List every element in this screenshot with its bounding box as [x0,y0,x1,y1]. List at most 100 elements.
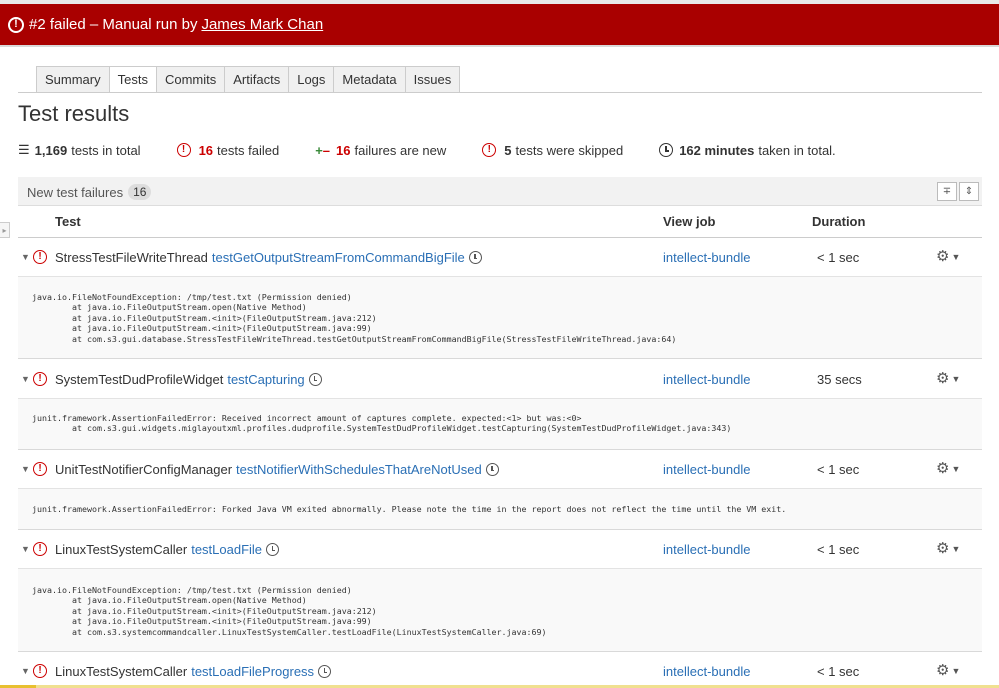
stack-trace: junit.framework.AssertionFailedError: Re… [32,413,732,434]
duration-value: < 1 sec [817,462,860,477]
stat-new: +– 16 failures are new [315,143,446,158]
tab-divider [18,92,982,93]
expand-all-icon[interactable]: ⇕ [959,182,979,201]
tab-artifacts[interactable]: Artifacts [225,66,290,93]
test-method-link[interactable]: testNotifierWithSchedulesThatAreNotUsed [236,462,482,477]
test-row-header: ▼ ! StressTestFileWriteThread testGetOut… [18,238,982,278]
test-row-header: ▼ ! UnitTestNotifierConfigManager testNo… [18,450,982,490]
test-row-header: ▼ ! LinuxTestSystemCaller testLoadFilePr… [18,652,982,688]
tab-commits[interactable]: Commits [156,66,226,93]
job-link[interactable]: intellect-bundle [663,462,750,477]
test-name: LinuxTestSystemCaller testLoadFileProgre… [55,664,332,679]
test-name: SystemTestDudProfileWidget testCapturing [55,372,322,387]
tab-summary[interactable]: Summary [36,66,110,93]
failed-icon: ! [33,462,47,476]
job-link[interactable]: intellect-bundle [663,372,750,387]
test-method-link[interactable]: testGetOutputStreamFromCommandBigFile [212,250,465,265]
stat-skipped-value: 5 [504,142,512,158]
chevron-down-icon[interactable]: ▼ [21,666,30,676]
test-row-header: ▼ ! LinuxTestSystemCaller testLoadFile i… [18,530,982,570]
stat-time: 162 minutes taken in total. [659,142,836,158]
collapse-all-icon[interactable]: ∓ [937,182,957,201]
gear-icon[interactable]: ⚙ ▼ [936,661,960,679]
clock-icon [659,143,674,157]
banner-user-link[interactable]: James Mark Chan [201,16,323,33]
history-icon[interactable] [266,543,280,556]
stat-skipped: ! 5 tests were skipped [482,143,623,158]
column-header-view-job: View job [663,214,716,229]
stack-trace-panel: java.io.FileNotFoundException: /tmp/test… [18,276,982,359]
tab-logs[interactable]: Logs [289,66,335,93]
test-method-link[interactable]: testLoadFileProgress [191,664,314,679]
failed-icon: ! [33,664,47,678]
gear-icon[interactable]: ⚙ ▼ [936,247,960,265]
duration-value: 35 secs [817,372,862,387]
gear-icon[interactable]: ⚙ ▼ [936,539,960,557]
chevron-down-icon[interactable]: ▼ [21,374,30,384]
stat-new-label: failures are new [354,142,447,158]
chevron-down-icon[interactable]: ▼ [21,544,30,554]
failure-count-badge: 16 [128,184,152,200]
test-name: UnitTestNotifierConfigManager testNotifi… [55,462,499,477]
test-name: StressTestFileWriteThread testGetOutputS… [55,250,482,265]
skipped-icon: ! [482,143,497,157]
failed-icon: ! [176,143,191,157]
test-class: StressTestFileWriteThread [55,250,208,265]
plus-minus-icon: +– [315,142,331,158]
test-method-link[interactable]: testCapturing [227,372,304,387]
gear-icon[interactable]: ⚙ ▼ [936,369,960,387]
section-title: New test failures 16 [27,184,152,200]
failed-icon: ! [33,372,47,386]
tab-issues[interactable]: Issues [405,66,461,93]
test-stats: ☰ 1,169 tests in total ! 16 tests failed… [18,142,872,158]
stat-total-value: 1,169 [34,142,68,158]
stat-time-value: 162 minutes [679,142,755,158]
stat-time-label: taken in total. [758,142,836,158]
stat-failed: ! 16 tests failed [176,142,280,158]
banner-text: #2 failed – Manual run by [29,16,198,33]
stack-trace-panel: junit.framework.AssertionFailedError: Fo… [18,488,982,530]
job-link[interactable]: intellect-bundle [663,250,750,265]
test-class: LinuxTestSystemCaller [55,664,188,679]
stat-failed-label: tests failed [217,142,280,158]
stat-skipped-label: tests were skipped [515,142,624,158]
stat-total: ☰ 1,169 tests in total [18,142,141,158]
build-status-banner: ! #2 failed – Manual run by James Mark C… [0,0,999,47]
warning-circle-icon: ! [8,16,24,33]
stat-new-value: 16 [336,142,351,158]
job-link[interactable]: intellect-bundle [663,542,750,557]
stack-trace: java.io.FileNotFoundException: /tmp/test… [32,292,677,344]
column-header-test: Test [55,214,81,229]
test-class: UnitTestNotifierConfigManager [55,462,233,477]
stack-trace: junit.framework.AssertionFailedError: Fo… [32,504,787,514]
tab-metadata[interactable]: Metadata [334,66,406,93]
list-icon: ☰ [18,142,30,157]
test-class: SystemTestDudProfileWidget [55,372,224,387]
tab-tests[interactable]: Tests [109,66,157,93]
gear-icon[interactable]: ⚙ ▼ [936,459,960,477]
history-icon[interactable] [318,665,332,678]
chevron-down-icon[interactable]: ▼ [21,252,30,262]
sidebar-expand-handle[interactable]: ▸ [0,222,10,238]
test-class: LinuxTestSystemCaller [55,542,188,557]
tab-bar: Summary Tests Commits Artifacts Logs Met… [36,66,461,93]
test-name: LinuxTestSystemCaller testLoadFile [55,542,280,557]
history-icon[interactable] [485,463,499,476]
stack-trace-panel: junit.framework.AssertionFailedError: Re… [18,398,982,450]
duration-value: < 1 sec [817,664,860,679]
stat-total-label: tests in total [71,142,141,158]
stat-failed-value: 16 [198,142,214,158]
stack-trace: java.io.FileNotFoundException: /tmp/test… [32,585,547,637]
test-method-link[interactable]: testLoadFile [191,542,262,557]
history-icon[interactable] [468,251,482,264]
job-link[interactable]: intellect-bundle [663,664,750,679]
duration-value: < 1 sec [817,542,860,557]
column-header-duration: Duration [812,214,866,229]
failed-icon: ! [33,542,47,556]
test-row-header: ▼ ! SystemTestDudProfileWidget testCaptu… [18,360,982,400]
history-icon[interactable] [308,373,322,386]
banner-content: ! #2 failed – Manual run by James Mark C… [8,16,323,33]
duration-value: < 1 sec [817,250,860,265]
chevron-down-icon[interactable]: ▼ [21,464,30,474]
page-title: Test results [18,101,130,126]
